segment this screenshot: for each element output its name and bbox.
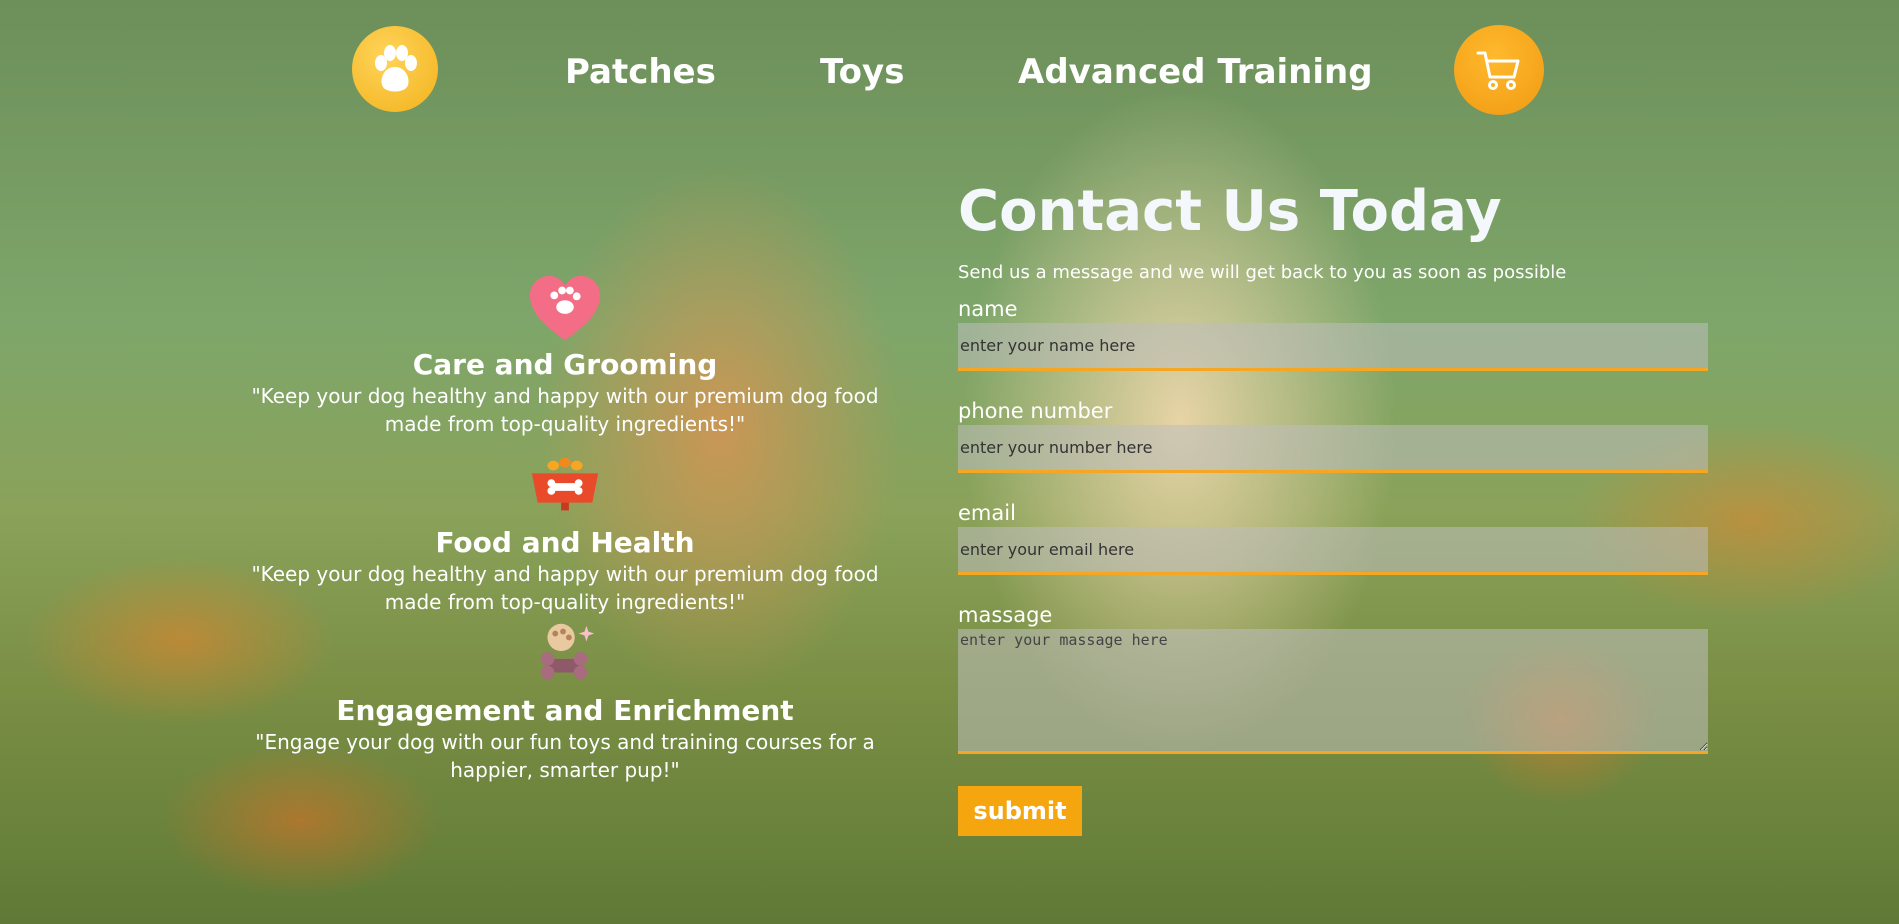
name-label: name xyxy=(958,297,1018,321)
feature-text: "Keep your dog healthy and happy with ou… xyxy=(251,384,879,436)
feature-title: Food and Health xyxy=(435,526,695,559)
feature-engagement-enrichment: Engagement and Enrichment "Engage your d… xyxy=(250,616,880,784)
toy-bone-icon xyxy=(540,623,595,680)
feature-care-grooming: Care and Grooming "Keep your dog healthy… xyxy=(250,270,880,438)
heart-paw-icon xyxy=(529,275,601,341)
food-bowl-icon xyxy=(531,457,599,511)
contact-subtitle: Send us a message and we will get back t… xyxy=(958,262,1567,283)
shopping-cart-icon[interactable] xyxy=(1454,25,1544,115)
feature-title: Care and Grooming xyxy=(412,348,718,381)
feature-text: "Engage your dog with our fun toys and t… xyxy=(255,730,875,782)
submit-button[interactable]: submit xyxy=(958,786,1082,836)
message-label: massage xyxy=(958,603,1053,627)
phone-input[interactable] xyxy=(958,425,1708,473)
feature-food-health: Food and Health "Keep your dog healthy a… xyxy=(250,448,880,616)
paw-logo-icon[interactable] xyxy=(352,26,438,112)
nav-link-toys[interactable]: Toys xyxy=(820,52,904,92)
contact-form: Contact Us Today Send us a message and w… xyxy=(958,180,1708,836)
nav-link-patches[interactable]: Patches xyxy=(565,52,716,92)
top-navigation: Patches Toys Advanced Training xyxy=(0,0,1899,140)
contact-title: Contact Us Today xyxy=(958,179,1502,244)
phone-label: phone number xyxy=(958,399,1113,423)
feature-text: "Keep your dog healthy and happy with ou… xyxy=(251,562,879,614)
nav-link-advanced-training[interactable]: Advanced Training xyxy=(1018,52,1373,92)
email-input[interactable] xyxy=(958,527,1708,575)
email-label: email xyxy=(958,501,1016,525)
message-textarea[interactable] xyxy=(958,629,1708,754)
feature-title: Engagement and Enrichment xyxy=(336,694,794,727)
name-input[interactable] xyxy=(958,323,1708,371)
